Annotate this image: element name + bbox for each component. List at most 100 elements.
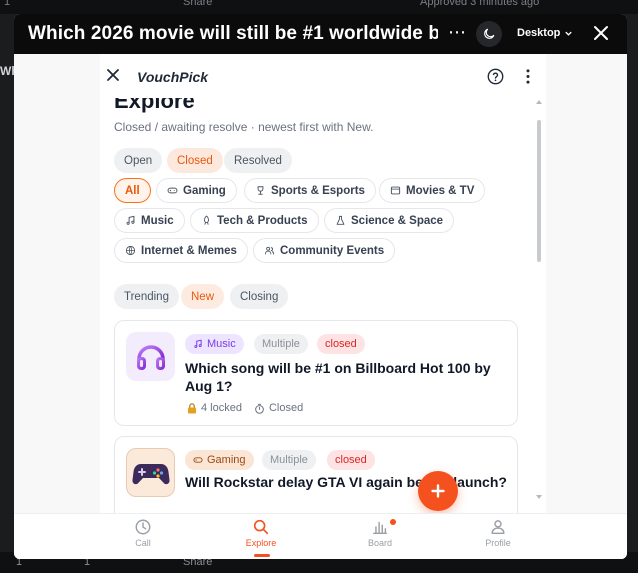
card-title: Will Rockstar delay GTA VI again before … bbox=[185, 474, 507, 490]
moon-icon bbox=[484, 28, 495, 39]
sort-new[interactable]: New bbox=[181, 284, 225, 309]
sort-trending[interactable]: Trending bbox=[114, 284, 179, 309]
app-topbar: VouchPick bbox=[100, 54, 546, 98]
category-movies[interactable]: Movies & TV bbox=[379, 178, 486, 203]
gamepad-icon bbox=[193, 457, 203, 463]
category-tag-label: Gaming bbox=[207, 454, 246, 466]
category-tag: Music bbox=[185, 334, 244, 354]
stopwatch-icon bbox=[255, 403, 264, 414]
chevron-down-icon bbox=[565, 31, 573, 36]
rocket-icon bbox=[203, 215, 210, 225]
kebab-menu-icon[interactable] bbox=[525, 68, 531, 85]
plus-icon bbox=[431, 484, 445, 498]
nav-explore-label: Explore bbox=[245, 538, 277, 548]
device-select[interactable]: Desktop bbox=[517, 27, 573, 39]
category-all-label: All bbox=[125, 184, 140, 197]
category-sports-label: Sports & Esports bbox=[271, 184, 365, 197]
category-tech[interactable]: Tech & Products bbox=[190, 208, 319, 233]
category-science[interactable]: Science & Space bbox=[324, 208, 455, 233]
card-meta: 4 locked Closed bbox=[187, 402, 303, 414]
category-community-label: Community Events bbox=[280, 244, 385, 257]
market-card[interactable]: Gaming Multiple closed Will Rockstar del… bbox=[114, 436, 518, 513]
headphones-icon bbox=[136, 344, 165, 370]
status-badge: closed bbox=[327, 450, 375, 470]
nav-board[interactable]: Board bbox=[345, 518, 415, 548]
card-thumbnail bbox=[126, 332, 175, 381]
filter-closed[interactable]: Closed bbox=[167, 148, 223, 173]
nav-explore[interactable]: Explore bbox=[226, 518, 296, 548]
market-card[interactable]: Music Multiple closed Which song will be… bbox=[114, 320, 518, 426]
nav-call[interactable]: Call bbox=[108, 518, 178, 548]
bar-chart-icon bbox=[372, 521, 388, 535]
clock-icon bbox=[135, 519, 151, 535]
nav-profile[interactable]: Profile bbox=[463, 518, 533, 548]
closed-state: Closed bbox=[254, 402, 303, 414]
nav-call-label: Call bbox=[135, 538, 151, 548]
search-icon bbox=[253, 519, 269, 535]
sort-closing[interactable]: Closing bbox=[230, 284, 289, 309]
background-page-right bbox=[627, 14, 638, 559]
app-viewport: VouchPick Explore Closed / awaiting reso… bbox=[14, 54, 627, 559]
scroll-down-arrow-icon[interactable] bbox=[536, 495, 542, 499]
tv-icon bbox=[390, 186, 401, 195]
card-thumbnail bbox=[126, 448, 175, 497]
category-music[interactable]: Music bbox=[114, 208, 185, 233]
category-tech-label: Tech & Products bbox=[217, 214, 308, 227]
background-page-left: Wh bbox=[0, 14, 19, 559]
category-music-label: Music bbox=[141, 214, 174, 227]
background-page-top: 1 Share Approved 3 minutes ago bbox=[0, 0, 638, 14]
active-tab-indicator bbox=[254, 554, 270, 557]
category-sports[interactable]: Sports & Esports bbox=[244, 178, 376, 203]
bottom-nav: Call Explore Board Profile bbox=[14, 513, 627, 559]
scroll-up-arrow-icon[interactable] bbox=[536, 100, 542, 104]
category-gaming-label: Gaming bbox=[183, 184, 226, 197]
nav-board-label: Board bbox=[367, 538, 393, 548]
device-select-label: Desktop bbox=[517, 27, 561, 39]
type-tag: Multiple bbox=[254, 334, 308, 354]
scrollbar-thumb[interactable] bbox=[537, 120, 541, 262]
scrollbar[interactable] bbox=[532, 98, 546, 513]
filter-open[interactable]: Open bbox=[114, 148, 163, 173]
category-community[interactable]: Community Events bbox=[253, 238, 396, 263]
category-internet[interactable]: Internet & Memes bbox=[114, 238, 248, 263]
page-subtitle: Closed / awaiting resolve · newest first… bbox=[114, 120, 374, 134]
brand-logo: VouchPick bbox=[137, 69, 209, 85]
type-tag: Multiple bbox=[262, 450, 316, 470]
theme-toggle-button[interactable] bbox=[476, 21, 502, 47]
flask-icon bbox=[336, 215, 345, 225]
background-share-label: Share bbox=[183, 0, 213, 8]
card-title: Which song will be #1 on Billboard Hot 1… bbox=[185, 360, 491, 394]
modal-header: Which 2026 movie will still be #1 worldw… bbox=[14, 14, 627, 54]
close-icon[interactable] bbox=[106, 68, 120, 82]
trophy-icon bbox=[257, 186, 264, 195]
explore-scroll-area[interactable]: Explore Closed / awaiting resolve · newe… bbox=[100, 98, 532, 513]
people-icon bbox=[264, 246, 275, 255]
app-content: VouchPick Explore Closed / awaiting reso… bbox=[100, 54, 546, 559]
music-note-icon bbox=[126, 215, 135, 225]
category-all[interactable]: All bbox=[114, 178, 151, 203]
gamepad-icon bbox=[131, 463, 170, 484]
gamepad-icon bbox=[167, 187, 178, 194]
closed-state-label: Closed bbox=[268, 402, 304, 414]
category-science-label: Science & Space bbox=[351, 214, 444, 227]
help-icon[interactable] bbox=[487, 68, 504, 85]
more-options-icon[interactable]: ⋯ bbox=[448, 22, 466, 43]
background-approved-text: Approved 3 minutes ago bbox=[420, 0, 540, 8]
close-modal-icon[interactable] bbox=[591, 23, 611, 43]
notification-dot bbox=[390, 519, 396, 525]
category-internet-label: Internet & Memes bbox=[141, 244, 237, 257]
filter-resolved[interactable]: Resolved bbox=[224, 148, 292, 173]
lock-icon bbox=[188, 402, 196, 413]
category-tag-label: Music bbox=[207, 338, 236, 350]
page-title: Explore bbox=[114, 98, 195, 113]
user-icon bbox=[491, 520, 505, 535]
background-vote-count: 1 bbox=[4, 0, 11, 8]
globe-icon bbox=[125, 245, 136, 256]
create-market-button[interactable] bbox=[418, 471, 458, 511]
locked-count-label: 4 locked bbox=[201, 402, 242, 414]
category-gaming[interactable]: Gaming bbox=[156, 178, 237, 203]
music-note-icon bbox=[194, 339, 202, 348]
modal-title: Which 2026 movie will still be #1 worldw… bbox=[28, 23, 438, 44]
category-movies-label: Movies & TV bbox=[406, 184, 475, 197]
preview-modal: Which 2026 movie will still be #1 worldw… bbox=[14, 14, 627, 559]
